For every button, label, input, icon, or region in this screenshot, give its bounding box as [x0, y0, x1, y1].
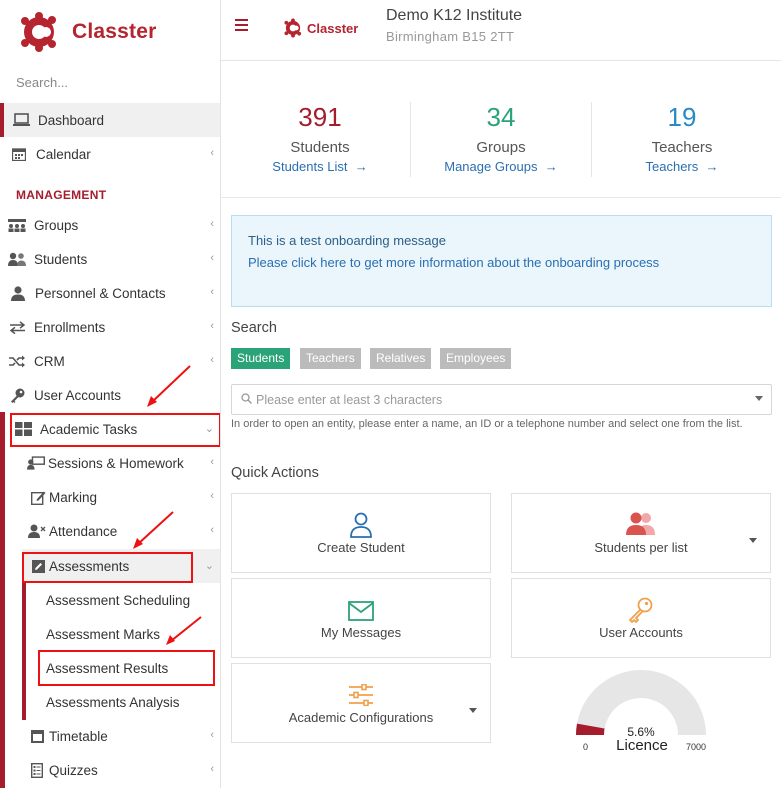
search-icon	[241, 393, 252, 404]
search-section-title: Search	[231, 320, 277, 336]
tab-students[interactable]: Students	[231, 348, 291, 369]
students-per-list-button[interactable]: Students per list	[511, 493, 771, 573]
quick-action-label: User Accounts	[599, 625, 683, 640]
hamburger-menu-icon[interactable]	[235, 19, 248, 31]
students-list-link[interactable]: Students List →	[230, 159, 410, 174]
quick-action-label: My Messages	[320, 625, 402, 640]
brand-name: Classter	[307, 20, 359, 36]
caret-down-icon[interactable]	[469, 708, 477, 713]
teachers-link[interactable]: Teachers →	[592, 159, 772, 174]
search-help-text: In order to open an entity, please enter…	[231, 418, 743, 430]
onboarding-alert: This is a test onboarding message Please…	[231, 215, 772, 307]
entity-search-select[interactable]: Please enter at least 3 characters	[231, 384, 772, 415]
classter-logo-icon	[284, 18, 302, 38]
search-placeholder: Please enter at least 3 characters	[256, 393, 443, 407]
divider	[221, 197, 781, 198]
quick-action-label: Academic Configurations	[288, 710, 434, 725]
header-logo[interactable]: Classter	[284, 18, 358, 38]
quick-actions-title: Quick Actions	[231, 465, 319, 481]
stat-groups: 34 Groups Manage Groups →	[411, 102, 591, 198]
institute-name: Demo K12 Institute	[386, 7, 523, 24]
caret-down-icon	[755, 396, 763, 401]
my-messages-button[interactable]: My Messages	[231, 578, 491, 658]
manage-groups-link[interactable]: Manage Groups →	[411, 159, 591, 174]
create-student-button[interactable]: Create Student	[231, 493, 491, 573]
arrow-right-icon: →	[701, 159, 719, 174]
academic-configurations-button[interactable]: Academic Configurations	[231, 663, 491, 743]
stat-label: Students	[290, 139, 350, 156]
tab-teachers[interactable]: Teachers	[300, 348, 361, 369]
users-icon	[512, 512, 770, 538]
stat-teachers: 19 Teachers Teachers →	[592, 102, 772, 198]
user-accounts-button[interactable]: User Accounts	[511, 578, 771, 658]
caret-down-icon[interactable]	[749, 538, 757, 543]
stat-students: 391 Students Students List →	[230, 102, 410, 198]
key-icon	[512, 597, 770, 623]
stat-label: Groups	[476, 139, 526, 156]
arrow-right-icon: →	[541, 159, 558, 174]
quick-action-label: Create Student	[317, 540, 405, 555]
stat-number: 34	[486, 102, 516, 132]
tab-relatives[interactable]: Relatives	[370, 348, 432, 369]
stat-label: Teachers	[651, 139, 713, 156]
top-header: Classter Demo K12 Institute Birmingham B…	[221, 0, 781, 61]
arrow-right-icon: →	[351, 159, 368, 174]
stat-number: 19	[667, 102, 697, 132]
onboarding-message: This is a test onboarding message	[248, 233, 446, 248]
user-add-icon	[232, 512, 490, 538]
licence-max: 7000	[686, 742, 707, 752]
licence-min: 0	[583, 742, 589, 752]
institute-address: Birmingham B15 2TT	[386, 29, 515, 44]
onboarding-link[interactable]: Please click here to get more informatio…	[248, 255, 659, 270]
tab-employees[interactable]: Employees	[440, 348, 512, 369]
sliders-icon	[232, 684, 490, 710]
envelope-icon	[232, 601, 490, 627]
stat-number: 391	[298, 102, 342, 132]
quick-action-label: Students per list	[594, 540, 688, 555]
